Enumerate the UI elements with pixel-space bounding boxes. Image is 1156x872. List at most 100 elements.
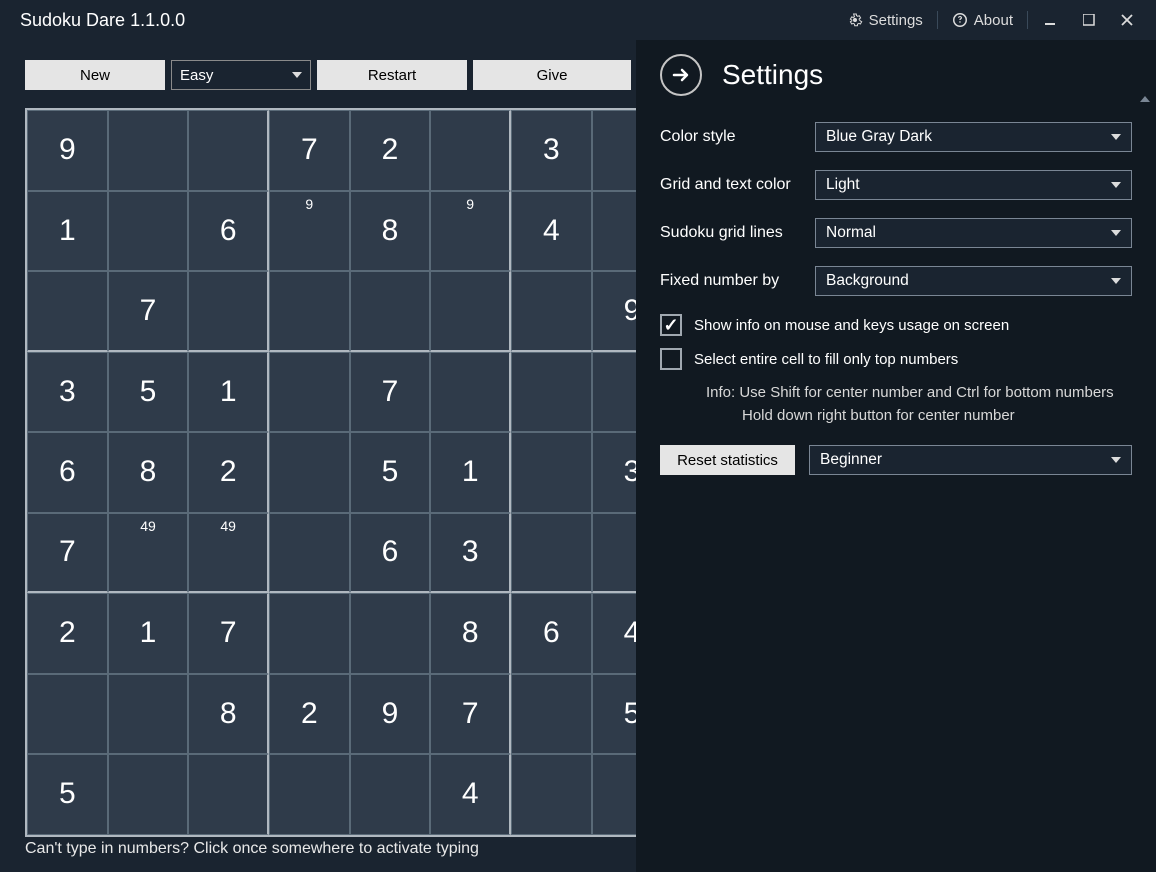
sudoku-cell[interactable]: 2 bbox=[350, 110, 431, 191]
sudoku-cell[interactable] bbox=[350, 271, 431, 352]
sudoku-cell[interactable]: 7 bbox=[430, 674, 511, 755]
sudoku-cell[interactable]: 6 bbox=[511, 593, 592, 674]
sudoku-cell[interactable]: 7 bbox=[269, 110, 350, 191]
titlebar-settings-button[interactable]: Settings bbox=[839, 8, 931, 33]
sudoku-cell[interactable] bbox=[350, 593, 431, 674]
sudoku-cell[interactable] bbox=[511, 754, 592, 835]
sudoku-cell[interactable] bbox=[27, 271, 108, 352]
sudoku-cell[interactable]: 1 bbox=[108, 593, 189, 674]
settings-panel: Settings Color style Blue Gray Dark Grid… bbox=[636, 40, 1156, 872]
sudoku-cell[interactable] bbox=[511, 271, 592, 352]
sudoku-cell[interactable]: 6 bbox=[188, 191, 269, 272]
question-icon bbox=[952, 12, 968, 28]
sudoku-cell[interactable]: 2 bbox=[27, 593, 108, 674]
sudoku-cell[interactable] bbox=[108, 191, 189, 272]
panel-close-button[interactable] bbox=[660, 54, 702, 96]
restart-button[interactable]: Restart bbox=[317, 60, 467, 90]
sudoku-cell[interactable] bbox=[430, 352, 511, 433]
scroll-up-icon[interactable] bbox=[1140, 96, 1150, 102]
sudoku-cell[interactable] bbox=[108, 754, 189, 835]
sudoku-cell[interactable]: 49 bbox=[188, 513, 269, 594]
give-button[interactable]: Give bbox=[473, 60, 631, 90]
chevron-down-icon bbox=[1111, 182, 1121, 188]
sudoku-cell[interactable]: 4 bbox=[511, 191, 592, 272]
grid-lines-select[interactable]: Normal bbox=[815, 218, 1132, 248]
panel-title: Settings bbox=[722, 59, 823, 91]
sudoku-cell[interactable] bbox=[188, 271, 269, 352]
sudoku-cell[interactable] bbox=[269, 352, 350, 433]
sudoku-cell[interactable]: 5 bbox=[108, 352, 189, 433]
new-button[interactable]: New bbox=[25, 60, 165, 90]
sudoku-cell[interactable]: 7 bbox=[188, 593, 269, 674]
sudoku-cell[interactable] bbox=[350, 754, 431, 835]
sudoku-cell[interactable]: 1 bbox=[430, 432, 511, 513]
chevron-down-icon bbox=[1111, 230, 1121, 236]
close-button[interactable] bbox=[1110, 6, 1144, 34]
sudoku-cell[interactable] bbox=[511, 513, 592, 594]
cell-note: 49 bbox=[189, 518, 267, 534]
sudoku-cell[interactable]: 7 bbox=[350, 352, 431, 433]
maximize-button[interactable] bbox=[1072, 6, 1106, 34]
sudoku-cell[interactable] bbox=[430, 110, 511, 191]
difficulty-select[interactable]: Easy bbox=[171, 60, 311, 90]
sudoku-cell[interactable]: 4 bbox=[430, 754, 511, 835]
sudoku-cell[interactable]: 3 bbox=[27, 352, 108, 433]
select-entire-checkbox[interactable] bbox=[660, 348, 682, 370]
sudoku-cell[interactable] bbox=[511, 674, 592, 755]
sudoku-cell[interactable]: 3 bbox=[511, 110, 592, 191]
sudoku-cell[interactable] bbox=[511, 432, 592, 513]
sudoku-cell[interactable]: 3 bbox=[430, 513, 511, 594]
show-info-label: Show info on mouse and keys usage on scr… bbox=[694, 317, 1009, 334]
sudoku-cell[interactable] bbox=[269, 432, 350, 513]
fixed-number-value: Background bbox=[826, 272, 909, 290]
sudoku-cell[interactable]: 9 bbox=[269, 191, 350, 272]
arrow-right-icon bbox=[670, 64, 692, 86]
sudoku-cell[interactable]: 7 bbox=[108, 271, 189, 352]
separator bbox=[937, 11, 938, 29]
chevron-down-icon bbox=[1111, 457, 1121, 463]
minimize-button[interactable] bbox=[1034, 6, 1068, 34]
sudoku-cell[interactable] bbox=[430, 271, 511, 352]
sudoku-cell[interactable] bbox=[27, 674, 108, 755]
sudoku-cell[interactable]: 1 bbox=[188, 352, 269, 433]
sudoku-cell[interactable]: 5 bbox=[27, 754, 108, 835]
difficulty-value: Easy bbox=[180, 67, 213, 84]
show-info-checkbox[interactable] bbox=[660, 314, 682, 336]
grid-color-select[interactable]: Light bbox=[815, 170, 1132, 200]
info-text: Info: Use Shift for center number and Ct… bbox=[706, 382, 1132, 427]
sudoku-cell[interactable]: 9 bbox=[430, 191, 511, 272]
sudoku-cell[interactable]: 6 bbox=[27, 432, 108, 513]
sudoku-cell[interactable]: 9 bbox=[27, 110, 108, 191]
sudoku-cell[interactable]: 5 bbox=[350, 432, 431, 513]
sudoku-cell[interactable] bbox=[108, 110, 189, 191]
titlebar-about-button[interactable]: About bbox=[944, 8, 1021, 33]
reset-statistics-button[interactable]: Reset statistics bbox=[660, 445, 795, 475]
sudoku-cell[interactable]: 2 bbox=[188, 432, 269, 513]
grid-color-value: Light bbox=[826, 176, 860, 194]
sudoku-cell[interactable] bbox=[188, 754, 269, 835]
sudoku-cell[interactable] bbox=[511, 352, 592, 433]
sudoku-cell[interactable]: 49 bbox=[108, 513, 189, 594]
sudoku-cell[interactable] bbox=[188, 110, 269, 191]
sudoku-cell[interactable]: 1 bbox=[27, 191, 108, 272]
fixed-number-select[interactable]: Background bbox=[815, 266, 1132, 296]
sudoku-cell[interactable]: 8 bbox=[108, 432, 189, 513]
chevron-down-icon bbox=[292, 72, 302, 78]
sudoku-cell[interactable]: 6 bbox=[350, 513, 431, 594]
sudoku-cell[interactable]: 8 bbox=[430, 593, 511, 674]
color-style-select[interactable]: Blue Gray Dark bbox=[815, 122, 1132, 152]
sudoku-cell[interactable]: 8 bbox=[350, 191, 431, 272]
sudoku-cell[interactable] bbox=[108, 674, 189, 755]
cell-note: 9 bbox=[270, 196, 349, 212]
chevron-down-icon bbox=[1111, 134, 1121, 140]
sudoku-cell[interactable]: 8 bbox=[188, 674, 269, 755]
sudoku-cell[interactable] bbox=[269, 271, 350, 352]
sudoku-cell[interactable] bbox=[269, 593, 350, 674]
sudoku-cell[interactable] bbox=[269, 513, 350, 594]
sudoku-cell[interactable]: 2 bbox=[269, 674, 350, 755]
sudoku-cell[interactable] bbox=[269, 754, 350, 835]
app-title: Sudoku Dare 1.1.0.0 bbox=[20, 10, 185, 31]
sudoku-cell[interactable]: 9 bbox=[350, 674, 431, 755]
reset-level-select[interactable]: Beginner bbox=[809, 445, 1132, 475]
sudoku-cell[interactable]: 7 bbox=[27, 513, 108, 594]
